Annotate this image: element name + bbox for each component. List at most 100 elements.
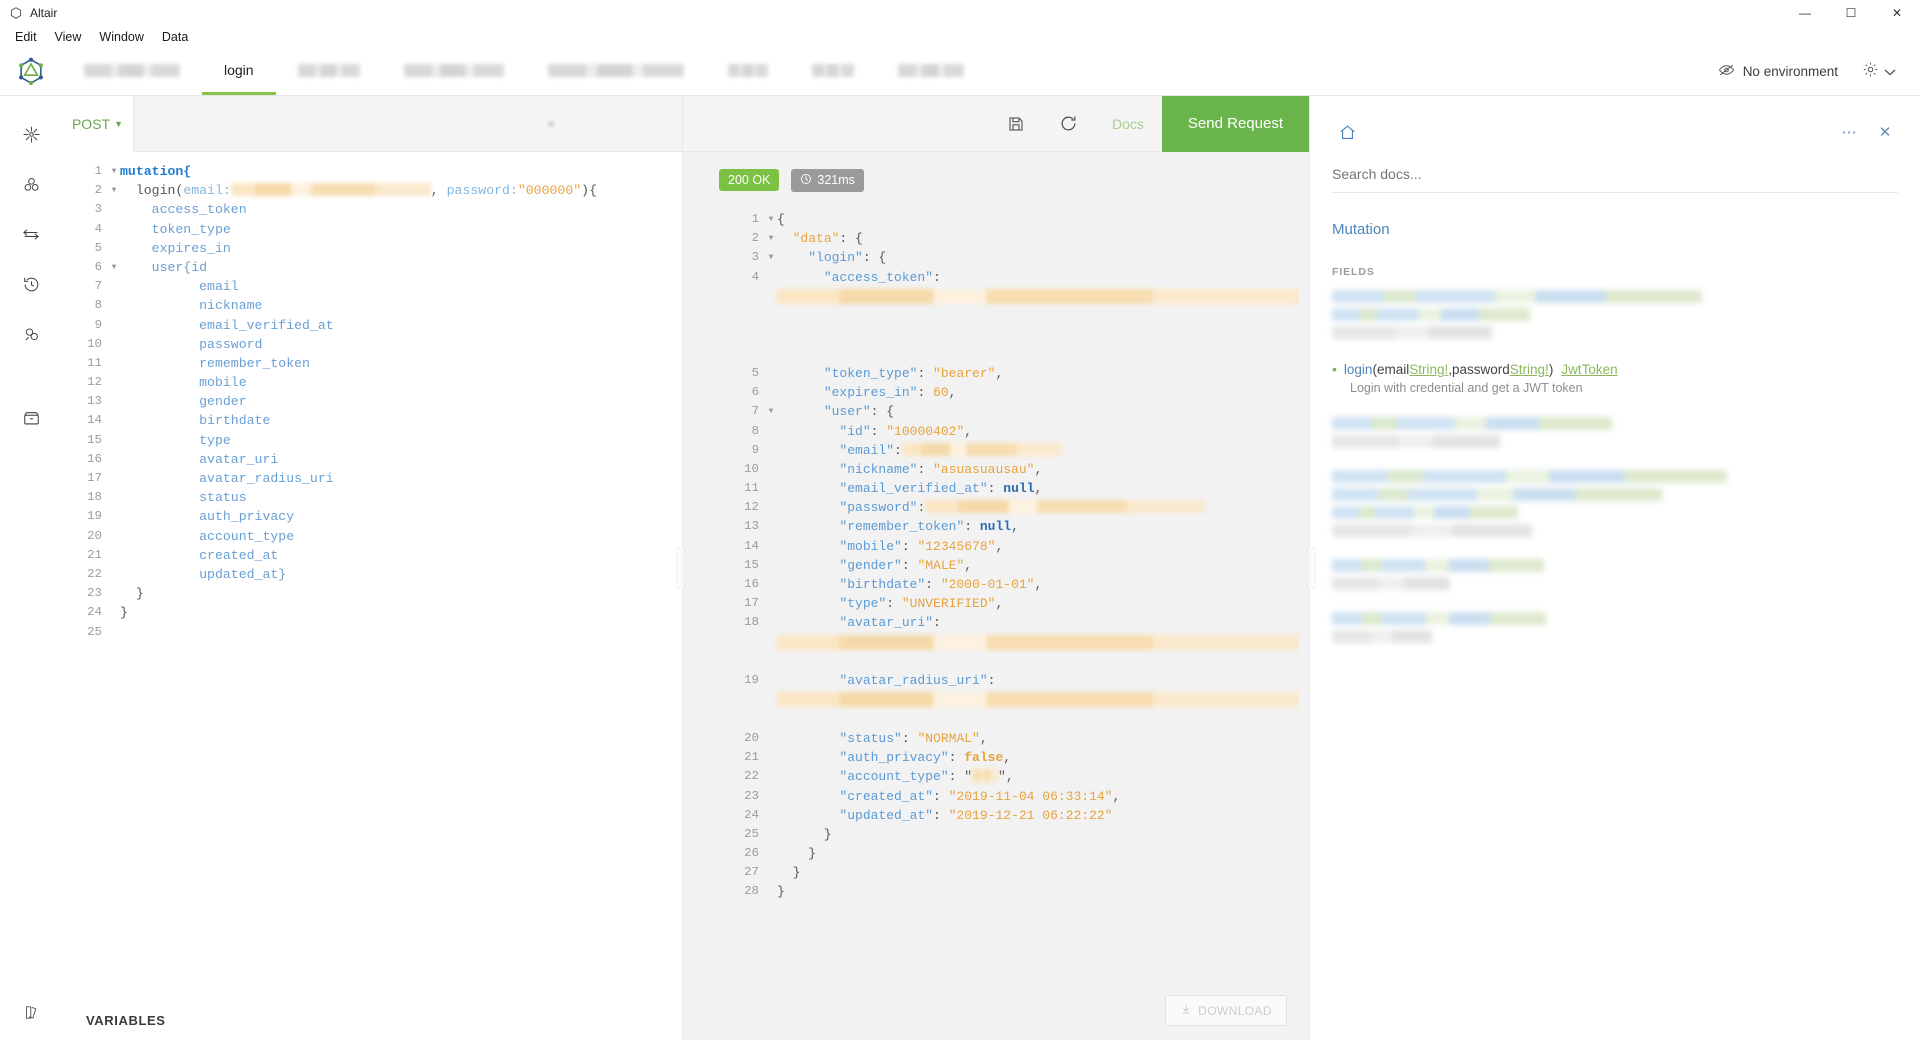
tab-redacted-2[interactable] bbox=[276, 48, 382, 95]
ellipsis-icon[interactable]: ⋯ bbox=[1836, 119, 1862, 145]
code-line: 25 bbox=[62, 623, 682, 642]
docs-root-type[interactable]: Mutation bbox=[1332, 221, 1898, 238]
save-disk-icon[interactable] bbox=[990, 96, 1042, 152]
menu-window[interactable]: Window bbox=[90, 28, 152, 46]
code-token: : bbox=[901, 538, 918, 554]
code-token: token_type bbox=[120, 221, 231, 237]
home-icon[interactable] bbox=[1332, 117, 1362, 147]
settings-menu-button[interactable] bbox=[1856, 55, 1902, 89]
code-token: email_verified_at bbox=[120, 317, 334, 333]
line-number: 1 bbox=[94, 164, 102, 178]
docs-entry-login[interactable]: • login ( email String!, password String!… bbox=[1332, 361, 1898, 395]
query-editor[interactable]: 1 ▼ mutation{2 ▼ login(email:, password:"00… bbox=[62, 152, 682, 1040]
tab-label-redacted bbox=[897, 63, 964, 77]
docs-entry-redacted[interactable] bbox=[1332, 559, 1898, 590]
code-token: "2019-12-21 06:22:22" bbox=[948, 807, 1113, 823]
response-url-spacer bbox=[683, 96, 990, 152]
fold-toggle-icon[interactable]: ▼ bbox=[108, 162, 120, 181]
code-token: mobile bbox=[120, 375, 247, 391]
docs-entry-redacted[interactable] bbox=[1332, 470, 1898, 537]
download-button[interactable]: DOWNLOAD bbox=[1165, 995, 1287, 1026]
line-number: 12 bbox=[87, 375, 102, 390]
response-editor[interactable]: 1 ▼{2 ▼ "data": {3 ▼ "login": {4 "access_to… bbox=[719, 204, 1299, 902]
tab-redacted-0[interactable] bbox=[62, 48, 202, 95]
sidebar-item-history[interactable] bbox=[11, 264, 51, 304]
docs-entry-redacted[interactable] bbox=[1332, 612, 1898, 643]
line-number: 19 bbox=[87, 509, 102, 524]
fold-toggle-icon[interactable]: ▼ bbox=[765, 229, 777, 248]
line-number: 10 bbox=[744, 461, 759, 476]
fold-toggle-icon[interactable]: ▼ bbox=[108, 181, 120, 200]
code-token: : " bbox=[948, 769, 973, 785]
tab-redacted-3[interactable] bbox=[382, 48, 526, 95]
menu-edit[interactable]: Edit bbox=[6, 28, 46, 46]
sidebar-item-plugins[interactable] bbox=[11, 314, 51, 354]
code-line: 23 } bbox=[62, 584, 682, 603]
docs-entry-redacted[interactable] bbox=[1332, 290, 1898, 339]
refresh-icon[interactable] bbox=[1042, 96, 1094, 152]
sidebar-item-collections[interactable] bbox=[11, 164, 51, 204]
docs-button[interactable]: Docs bbox=[1094, 96, 1162, 152]
docs-arg-type[interactable]: String! bbox=[1409, 362, 1448, 377]
fold-toggle-icon[interactable]: ▼ bbox=[765, 402, 777, 421]
close-icon[interactable]: ✕ bbox=[1872, 119, 1898, 145]
code-text: "data": { bbox=[777, 229, 1299, 248]
sidebar-item-settings[interactable] bbox=[11, 114, 51, 154]
code-token: email bbox=[120, 279, 239, 295]
code-token: , bbox=[430, 183, 447, 199]
tab-redacted-5[interactable] bbox=[706, 48, 790, 95]
menu-view[interactable]: View bbox=[46, 28, 91, 46]
code-text: "access_token": bbox=[777, 268, 1299, 287]
line-number: 28 bbox=[744, 884, 759, 899]
variables-bar[interactable]: VARIABLES bbox=[62, 1000, 682, 1040]
code-text: password bbox=[120, 335, 682, 354]
code-token: "id" bbox=[839, 423, 871, 439]
docs-arg-type[interactable]: String! bbox=[1510, 362, 1549, 377]
url-input[interactable] bbox=[134, 96, 682, 152]
code-text: user{id bbox=[120, 258, 682, 277]
code-token: : bbox=[894, 442, 902, 458]
code-token: "login" bbox=[808, 250, 863, 266]
code-text: "token_type": "bearer", bbox=[777, 364, 1299, 383]
tab-redacted-6[interactable] bbox=[790, 48, 876, 95]
left-splitter-handle[interactable] bbox=[676, 547, 684, 589]
minimize-icon[interactable]: — bbox=[1782, 0, 1828, 26]
docs-entry-redacted[interactable] bbox=[1332, 417, 1898, 448]
environment-selector[interactable]: No environment bbox=[1708, 57, 1848, 86]
line-number: 17 bbox=[744, 596, 759, 611]
docs-return-type[interactable]: JwtToken bbox=[1561, 362, 1617, 377]
response-pane: Docs Send Request 200 OK 321ms 1 ▼{2 ▼ "da… bbox=[676, 95, 1316, 1040]
code-text: avatar_radius_uri bbox=[120, 469, 682, 488]
line-number: 3 bbox=[751, 250, 759, 265]
send-request-button[interactable]: Send Request bbox=[1161, 95, 1309, 152]
sidebar-item-environments[interactable] bbox=[11, 214, 51, 254]
sidebar-item-archive[interactable] bbox=[11, 398, 51, 438]
code-text: "nickname": "asuasuausau", bbox=[777, 460, 1299, 479]
fold-toggle-icon[interactable]: ▼ bbox=[108, 258, 120, 277]
tab-redacted-4[interactable] bbox=[526, 48, 706, 95]
search-docs-input[interactable] bbox=[1332, 166, 1898, 182]
close-icon[interactable]: ✕ bbox=[1874, 0, 1920, 26]
tab-login[interactable]: login bbox=[202, 48, 276, 95]
fold-toggle-icon[interactable]: ▼ bbox=[765, 210, 777, 229]
tab-redacted-7[interactable] bbox=[876, 48, 986, 95]
code-token: "auth_privacy" bbox=[839, 750, 949, 766]
book-icon[interactable] bbox=[23, 1004, 40, 1026]
http-method-selector[interactable]: POST ▼ bbox=[62, 95, 134, 152]
line-number: 11 bbox=[744, 481, 759, 496]
menu-data[interactable]: Data bbox=[153, 28, 197, 46]
code-text: expires_in bbox=[120, 239, 682, 258]
fold-toggle-icon[interactable]: ▼ bbox=[765, 248, 777, 267]
code-token: account_type bbox=[120, 528, 295, 544]
right-splitter-handle[interactable] bbox=[1308, 547, 1316, 589]
maximize-icon[interactable]: ☐ bbox=[1828, 0, 1874, 26]
docs-field-name[interactable]: login bbox=[1344, 362, 1373, 377]
redacted-text-row bbox=[1332, 577, 1450, 590]
line-number: 16 bbox=[744, 577, 759, 591]
